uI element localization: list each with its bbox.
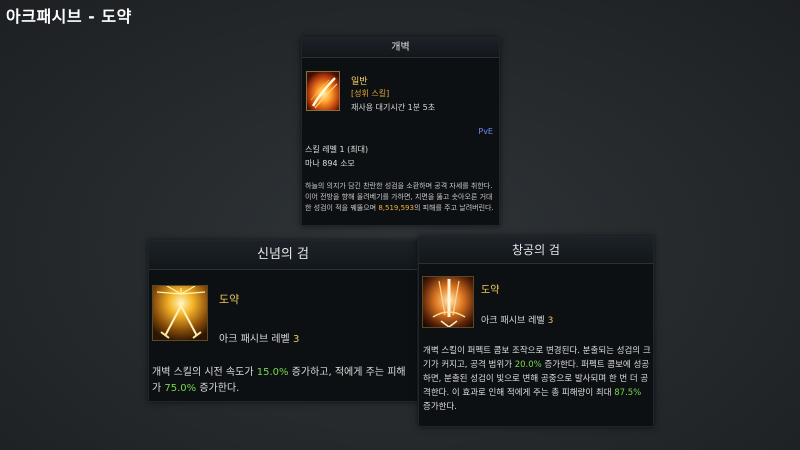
skill-level: 스킬 레벨 1 (최대) bbox=[305, 145, 369, 154]
skill-description-text-end: 의 피해를 주고 날려버린다. bbox=[413, 204, 494, 212]
tripod-card-sky-sword: 창공의 검 도약 아크 패시브 레벨 3 개벽 스킬이 퍼펙트 콤보 조작으로 … bbox=[418, 236, 654, 427]
skill-cooldown: 재사용 대기시간 1분 5초 bbox=[351, 103, 436, 112]
page-title: 아크패시브 - 도약 bbox=[6, 7, 132, 26]
pve-tag: PvE bbox=[478, 127, 493, 136]
tripod-desc-text: 증가한다. bbox=[196, 383, 240, 394]
skill-tooltip-title: 개벽 bbox=[302, 38, 499, 58]
tripod-name: 도약 bbox=[481, 285, 500, 296]
damage-value: 8,519,593 bbox=[378, 204, 414, 212]
fire-slash-icon bbox=[306, 71, 340, 111]
ark-passive-level-value: 3 bbox=[292, 334, 300, 345]
tripod-description: 개벽 스킬의 시전 속도가 15.0% 증가하고, 적에게 주는 피해가 75.… bbox=[152, 365, 414, 397]
tripod-title: 창공의 검 bbox=[419, 237, 653, 264]
tripod-desc-text: 증가한다. bbox=[423, 402, 457, 412]
sky-sword-strike-icon bbox=[422, 276, 474, 328]
ark-passive-level-label: 아크 패시브 레벨 bbox=[481, 316, 545, 326]
skill-description: 하늘의 의지가 담긴 찬란한 성검을 소환하며 공격 자세를 취한다. 이어 전… bbox=[305, 181, 497, 214]
skill-rank: 일반 bbox=[351, 77, 368, 87]
tripod-card-belief-sword: 신념의 검 도약 아크 패시브 레벨 3 개벽 스킬의 시전 속도가 15.0%… bbox=[148, 240, 418, 402]
total-damage-value: 87.5% bbox=[614, 388, 642, 398]
cast-speed-value: 15.0% bbox=[256, 367, 289, 378]
tripod-desc-text: 개벽 스킬의 시전 속도가 bbox=[152, 367, 257, 378]
tripod-description: 개벽 스킬이 퍼펙트 콤보 조작으로 변경된다. 분출되는 성검의 크기가 커지… bbox=[423, 344, 651, 414]
ark-passive-level: 아크 패시브 레벨 3 bbox=[219, 330, 299, 345]
ark-passive-level-value: 3 bbox=[547, 316, 554, 326]
damage-increase-value: 75.0% bbox=[164, 383, 197, 394]
tripod-title: 신념의 검 bbox=[149, 241, 417, 270]
tripod-name: 도약 bbox=[219, 293, 240, 306]
skill-tag: [성휘 스킬] bbox=[351, 89, 390, 98]
crossed-swords-light-icon bbox=[152, 285, 208, 341]
ark-passive-level: 아크 패시브 레벨 3 bbox=[481, 313, 553, 326]
ark-passive-level-label: 아크 패시브 레벨 bbox=[219, 334, 290, 345]
attack-range-value: 20.0% bbox=[514, 360, 542, 370]
skill-tooltip: 개벽 일반 [성휘 스킬] 재사용 대기시간 1분 5초 PvE 스킬 레벨 1… bbox=[301, 37, 500, 226]
mana-cost: 마나 894 소모 bbox=[305, 159, 355, 168]
